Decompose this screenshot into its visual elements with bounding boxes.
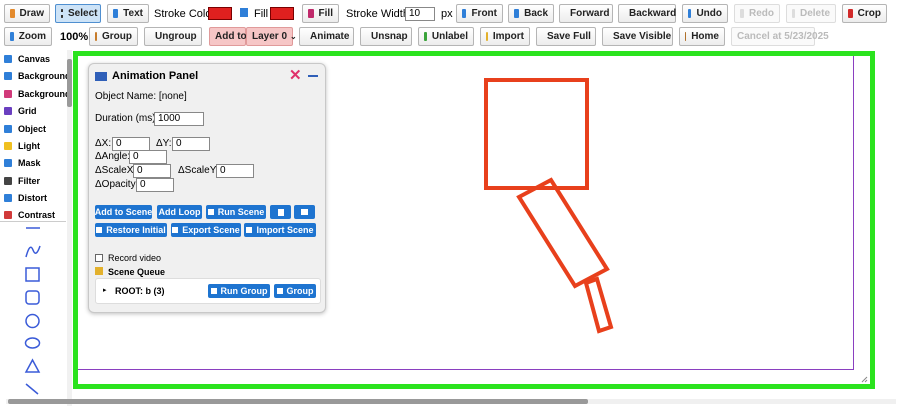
duration-label: Duration (ms): xyxy=(95,113,159,124)
resize-grip-icon[interactable] xyxy=(861,376,868,383)
export-icon xyxy=(172,227,179,233)
dopacity-input[interactable]: 0 xyxy=(136,178,174,192)
square-shape[interactable] xyxy=(484,78,589,190)
minimize-icon[interactable] xyxy=(308,75,318,77)
record-video-checkbox[interactable] xyxy=(95,254,103,262)
duration-input[interactable]: 1000 xyxy=(154,112,204,126)
animation-panel: Animation Panel ✕ Object Name: [none] Du… xyxy=(88,63,326,313)
dangle-label: ΔAngle: xyxy=(95,151,131,162)
object-name-row: Object Name: [none] xyxy=(95,91,187,102)
dscaley-label: ΔScaleY: xyxy=(178,165,219,176)
close-icon[interactable]: ✕ xyxy=(289,68,302,84)
record-video-label: Record video xyxy=(108,253,162,263)
add-loop-button[interactable]: Add Loop xyxy=(157,205,202,219)
import-scene-button[interactable]: Import Scene xyxy=(244,223,316,237)
import-icon xyxy=(246,227,253,233)
queue-root-item[interactable]: ROOT: b (3) xyxy=(115,286,165,296)
scene-queue-list: ▸ ROOT: b (3) Run Group Group xyxy=(95,278,321,304)
small-bar-shape[interactable] xyxy=(583,276,614,334)
scene-queue-icon xyxy=(95,267,103,275)
run-group-button[interactable]: Run Group xyxy=(208,284,270,298)
run-scene-button[interactable]: Run Scene xyxy=(206,205,266,219)
delete-group-button[interactable]: Group xyxy=(274,284,316,298)
export-scene-button[interactable]: Export Scene xyxy=(171,223,241,237)
trash-icon xyxy=(276,288,283,294)
dx-label: ΔX: xyxy=(95,138,112,149)
animation-panel-header[interactable]: Animation Panel ✕ xyxy=(95,68,321,84)
rotated-rectangle-shape[interactable] xyxy=(516,177,610,289)
dy-input[interactable]: 0 xyxy=(172,137,210,151)
dscalex-label: ΔScaleX: xyxy=(95,165,137,176)
horizontal-scroll-thumb[interactable] xyxy=(8,399,588,404)
play-icon xyxy=(207,209,214,215)
restore-icon xyxy=(96,227,103,233)
restore-initial-button[interactable]: Restore Initial xyxy=(95,223,167,237)
add-to-scene-button[interactable]: Add to Scene xyxy=(95,205,152,219)
delete-scene-button[interactable] xyxy=(270,205,291,219)
dy-label: ΔY: xyxy=(156,138,172,149)
film-icon xyxy=(95,71,107,81)
dscalex-input[interactable]: 0 xyxy=(133,164,171,178)
trash-icon xyxy=(277,208,284,216)
dx-input[interactable]: 0 xyxy=(112,137,150,151)
object-name-value: [none] xyxy=(158,91,187,102)
dangle-input[interactable]: 0 xyxy=(129,150,167,164)
dopacity-label: ΔOpacity: xyxy=(95,179,139,190)
scene-queue-label: Scene Queue xyxy=(108,267,166,277)
dscaley-input[interactable]: 0 xyxy=(216,164,254,178)
panel-title: Animation Panel xyxy=(112,70,199,82)
expand-triangle-icon[interactable]: ▸ xyxy=(103,286,107,294)
stop-scene-button[interactable] xyxy=(294,205,315,219)
play-icon xyxy=(210,288,217,294)
stop-icon xyxy=(301,209,308,215)
